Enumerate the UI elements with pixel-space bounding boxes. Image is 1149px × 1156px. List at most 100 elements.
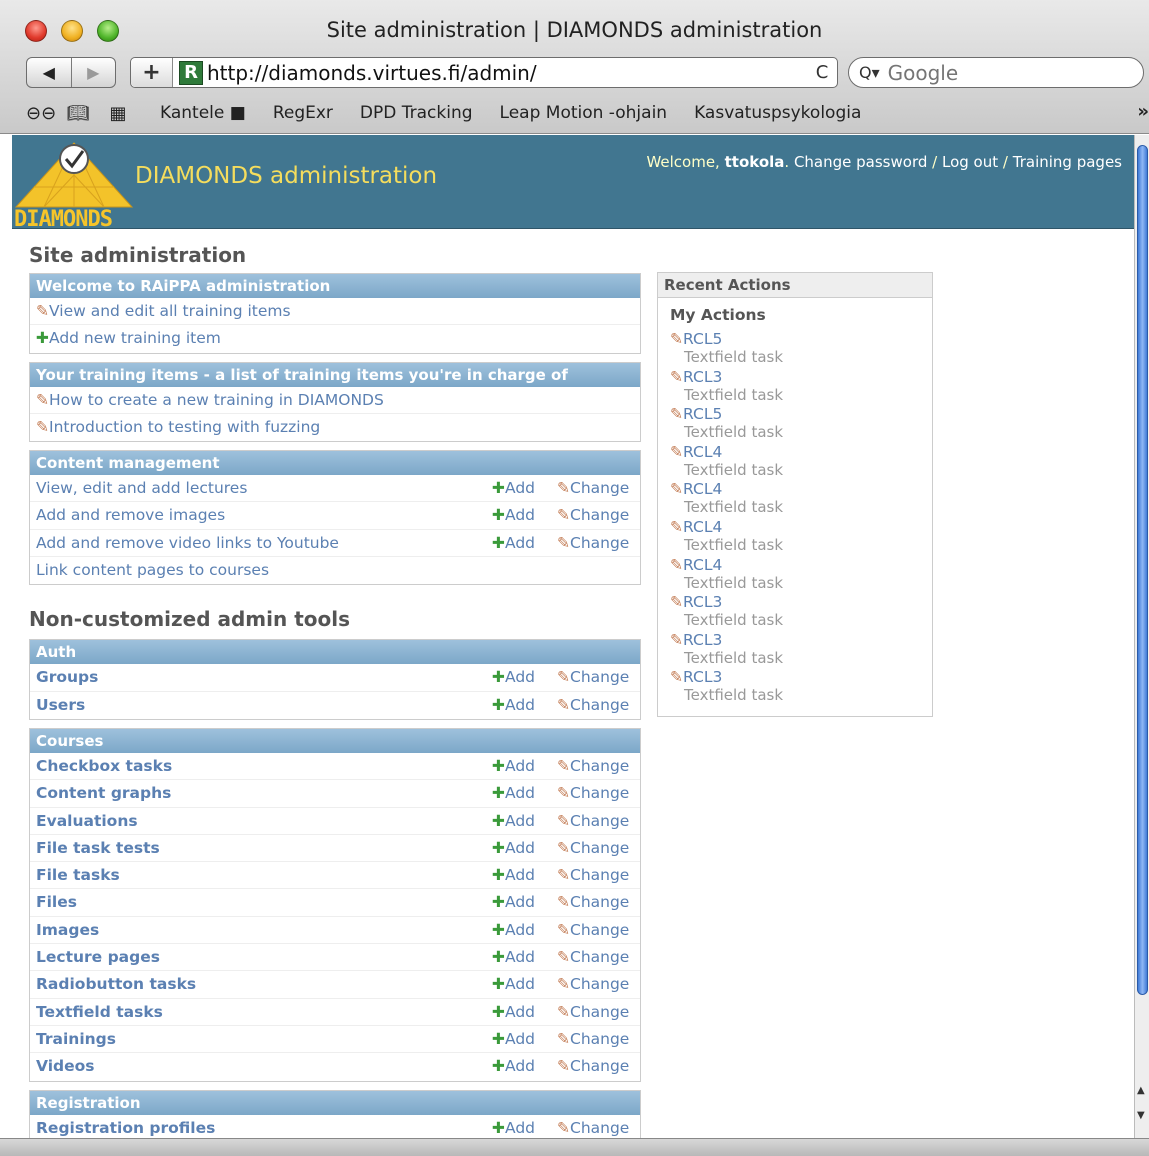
reader-icon[interactable]: ⊖⊖ xyxy=(26,103,56,124)
view-edit-training-link[interactable]: ✎View and edit all training items xyxy=(36,302,291,320)
row-link[interactable]: Link content pages to courses xyxy=(36,561,269,579)
change-link[interactable]: ✎Change xyxy=(557,1119,629,1137)
change-link[interactable]: ✎Change xyxy=(557,1057,629,1075)
row-link[interactable]: Trainings xyxy=(36,1030,116,1048)
row-link[interactable]: Videos xyxy=(36,1057,95,1075)
add-link[interactable]: ✚Add xyxy=(492,975,535,993)
row-link[interactable]: File task tests xyxy=(36,839,160,857)
row-link[interactable]: Checkbox tasks xyxy=(36,757,172,775)
add-link[interactable]: ✚Add xyxy=(492,1119,535,1137)
add-link[interactable]: ✚Add xyxy=(492,1030,535,1048)
add-link[interactable]: ✚Add xyxy=(492,893,535,911)
training-item-link[interactable]: ✎How to create a new training in DIAMOND… xyxy=(36,391,384,409)
add-link[interactable]: ✚Add xyxy=(492,784,535,802)
row-link[interactable]: Images xyxy=(36,921,99,939)
change-link[interactable]: ✎Change xyxy=(557,784,629,802)
change-link[interactable]: ✎Change xyxy=(557,668,629,686)
row-link[interactable]: Evaluations xyxy=(36,812,138,830)
recent-action-link[interactable]: ✎RCL4 xyxy=(670,518,722,536)
recent-action-link[interactable]: ✎RCL4 xyxy=(670,556,722,574)
add-link[interactable]: ✚Add xyxy=(492,839,535,857)
training-pages-link[interactable]: Training pages xyxy=(1013,153,1122,171)
window-title: Site administration | DIAMONDS administr… xyxy=(326,18,823,42)
row-link[interactable]: Textfield tasks xyxy=(36,1003,163,1021)
module-caption[interactable]: Registration xyxy=(30,1090,640,1115)
recent-action-link[interactable]: ✎RCL4 xyxy=(670,443,722,461)
module-caption[interactable]: Courses xyxy=(30,728,640,753)
search-box[interactable]: Q▾ xyxy=(848,57,1144,88)
recent-action-link[interactable]: ✎RCL5 xyxy=(670,330,722,348)
reload-icon[interactable]: C xyxy=(807,62,837,83)
search-input[interactable] xyxy=(887,60,1128,85)
add-link[interactable]: ✚Add xyxy=(492,1003,535,1021)
add-link[interactable]: ✚Add xyxy=(492,696,535,714)
row-link[interactable]: Registration profiles xyxy=(36,1119,215,1137)
recent-action-link[interactable]: ✎RCL3 xyxy=(670,631,722,649)
change-link[interactable]: ✎Change xyxy=(557,696,629,714)
recent-action-link[interactable]: ✎RCL4 xyxy=(670,480,722,498)
row-link[interactable]: Groups xyxy=(36,668,98,686)
change-password-link[interactable]: Change password xyxy=(794,153,927,171)
diamonds-logo[interactable]: DIAMONDS xyxy=(14,141,134,232)
add-link[interactable]: ✚Add xyxy=(492,921,535,939)
add-training-link[interactable]: ✚Add new training item xyxy=(36,329,221,347)
scroll-up-icon[interactable]: ▲ xyxy=(1137,1085,1145,1096)
row-link[interactable]: View, edit and add lectures xyxy=(36,479,247,497)
change-link[interactable]: ✎Change xyxy=(557,1030,629,1048)
recent-action-link[interactable]: ✎RCL3 xyxy=(670,368,722,386)
bookmark-dpd-tracking[interactable]: DPD Tracking xyxy=(360,103,473,123)
search-icon[interactable]: Q▾ xyxy=(859,63,880,82)
recent-action-link[interactable]: ✎RCL3 xyxy=(670,593,722,611)
change-link[interactable]: ✎Change xyxy=(557,975,629,993)
add-link[interactable]: ✚Add xyxy=(492,866,535,884)
row-link[interactable]: File tasks xyxy=(36,866,120,884)
add-link[interactable]: ✚Add xyxy=(492,948,535,966)
change-link[interactable]: ✎Change xyxy=(557,812,629,830)
bookmark-kasvatuspsykologia[interactable]: Kasvatuspsykologia xyxy=(694,103,861,123)
scrollbar-thumb[interactable] xyxy=(1137,145,1148,995)
add-link[interactable]: ✚Add xyxy=(492,534,535,552)
recent-action-link[interactable]: ✎RCL3 xyxy=(670,668,722,686)
bookmark-regexr[interactable]: RegExr xyxy=(273,103,333,123)
row-link[interactable]: Content graphs xyxy=(36,784,171,802)
scroll-down-icon[interactable]: ▼ xyxy=(1137,1110,1145,1121)
change-link[interactable]: ✎Change xyxy=(557,893,629,911)
change-link[interactable]: ✎Change xyxy=(557,757,629,775)
training-item-link[interactable]: ✎Introduction to testing with fuzzing xyxy=(36,418,320,436)
row-link[interactable]: Files xyxy=(36,893,77,911)
add-link[interactable]: ✚Add xyxy=(492,812,535,830)
url-field[interactable]: http://diamonds.virtues.fi/admin/ xyxy=(207,61,807,85)
row-link[interactable]: Add and remove video links to Youtube xyxy=(36,534,339,552)
row-link[interactable]: Lecture pages xyxy=(36,948,160,966)
bookmark-kantele[interactable]: Kantele ■ xyxy=(160,103,246,123)
change-link[interactable]: ✎Change xyxy=(557,534,629,552)
logout-link[interactable]: Log out xyxy=(942,153,998,171)
bookmark-leap-motion[interactable]: Leap Motion -ohjain xyxy=(500,103,668,123)
change-link[interactable]: ✎Change xyxy=(557,479,629,497)
change-link[interactable]: ✎Change xyxy=(557,1003,629,1021)
book-icon[interactable]: 📖︎ xyxy=(66,103,90,124)
row-link[interactable]: Radiobutton tasks xyxy=(36,975,196,993)
vertical-scrollbar[interactable]: ▲ ▼ xyxy=(1134,135,1149,1138)
change-link[interactable]: ✎Change xyxy=(557,948,629,966)
add-link[interactable]: ✚Add xyxy=(492,479,535,497)
grid-icon[interactable]: ▦ xyxy=(106,103,130,124)
site-name[interactable]: DIAMONDS administration xyxy=(135,163,437,189)
row-link[interactable]: Users xyxy=(36,696,85,714)
change-link[interactable]: ✎Change xyxy=(557,839,629,857)
forward-button[interactable]: ▶ xyxy=(70,58,116,87)
back-button[interactable]: ◀ xyxy=(27,58,71,87)
recent-action-link[interactable]: ✎RCL5 xyxy=(670,405,722,423)
add-link[interactable]: ✚Add xyxy=(492,668,535,686)
change-link[interactable]: ✎Change xyxy=(557,506,629,524)
add-link[interactable]: ✚Add xyxy=(492,757,535,775)
bookmarks-overflow-icon[interactable]: » xyxy=(1137,101,1149,122)
add-bookmark-button[interactable]: + xyxy=(131,58,173,87)
add-link[interactable]: ✚Add xyxy=(492,1057,535,1075)
module-caption[interactable]: Auth xyxy=(30,640,640,665)
change-link[interactable]: ✎Change xyxy=(557,921,629,939)
row-link[interactable]: Add and remove images xyxy=(36,506,225,524)
address-bar[interactable]: + R http://diamonds.virtues.fi/admin/ C xyxy=(130,57,838,88)
add-link[interactable]: ✚Add xyxy=(492,506,535,524)
change-link[interactable]: ✎Change xyxy=(557,866,629,884)
